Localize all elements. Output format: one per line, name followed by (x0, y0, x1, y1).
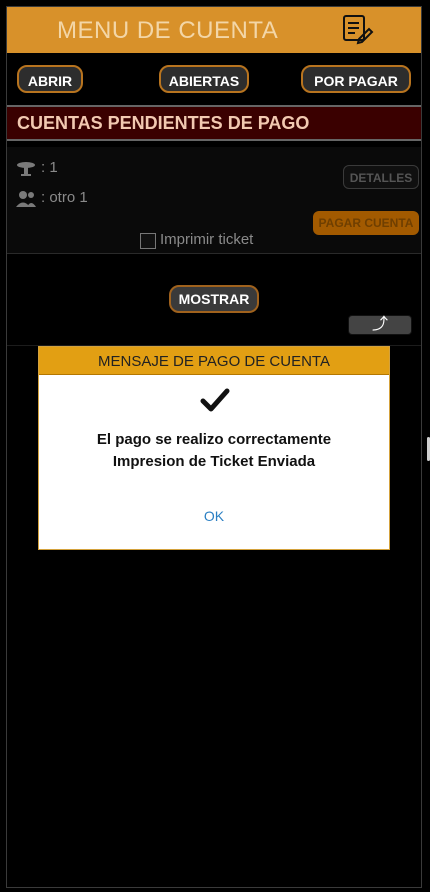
print-ticket-checkbox[interactable] (140, 233, 156, 249)
modal-header: MENSAJE DE PAGO DE CUENTA (39, 347, 389, 375)
checkmark-icon (200, 388, 230, 412)
print-ticket-label: Imprimir ticket (160, 231, 254, 248)
payment-success-message: El pago se realizo correctamente (96, 431, 332, 448)
scroll-up-icon[interactable]: ⤴ (348, 315, 412, 335)
edit-document-icon[interactable] (341, 13, 375, 45)
app-header: MENU DE CUENTA (7, 7, 421, 54)
client-icon (16, 191, 36, 207)
pay-account-button[interactable]: PAGAR CUENTA (313, 211, 419, 235)
ok-button[interactable]: OK (39, 508, 389, 524)
tab-por-pagar[interactable]: POR PAGAR (301, 65, 411, 93)
pending-account-card: : 1 : otro 1 DETALLES PAGAR CUENTA Impri… (7, 147, 421, 254)
section-title: CUENTAS PENDIENTES DE PAGO (17, 113, 310, 133)
tab-abiertas[interactable]: ABIERTAS (159, 65, 249, 93)
details-button[interactable]: DETALLES (343, 165, 419, 189)
table-icon (17, 162, 35, 176)
table-number: : 1 (41, 159, 58, 176)
payment-message-dialog: MENSAJE DE PAGO DE CUENTA El pago se rea… (38, 346, 390, 550)
ticket-sent-message: Impresion de Ticket Enviada (112, 453, 316, 470)
modal-title: MENSAJE DE PAGO DE CUENTA (98, 353, 330, 370)
tab-bar: ABRIR ABIERTAS POR PAGAR (7, 53, 421, 105)
tab-abrir[interactable]: ABRIR (17, 65, 83, 93)
page-title: MENU DE CUENTA (57, 17, 279, 44)
show-button[interactable]: MOSTRAR (169, 285, 259, 313)
section-header: CUENTAS PENDIENTES DE PAGO (7, 105, 421, 141)
client-name: : otro 1 (41, 189, 88, 206)
